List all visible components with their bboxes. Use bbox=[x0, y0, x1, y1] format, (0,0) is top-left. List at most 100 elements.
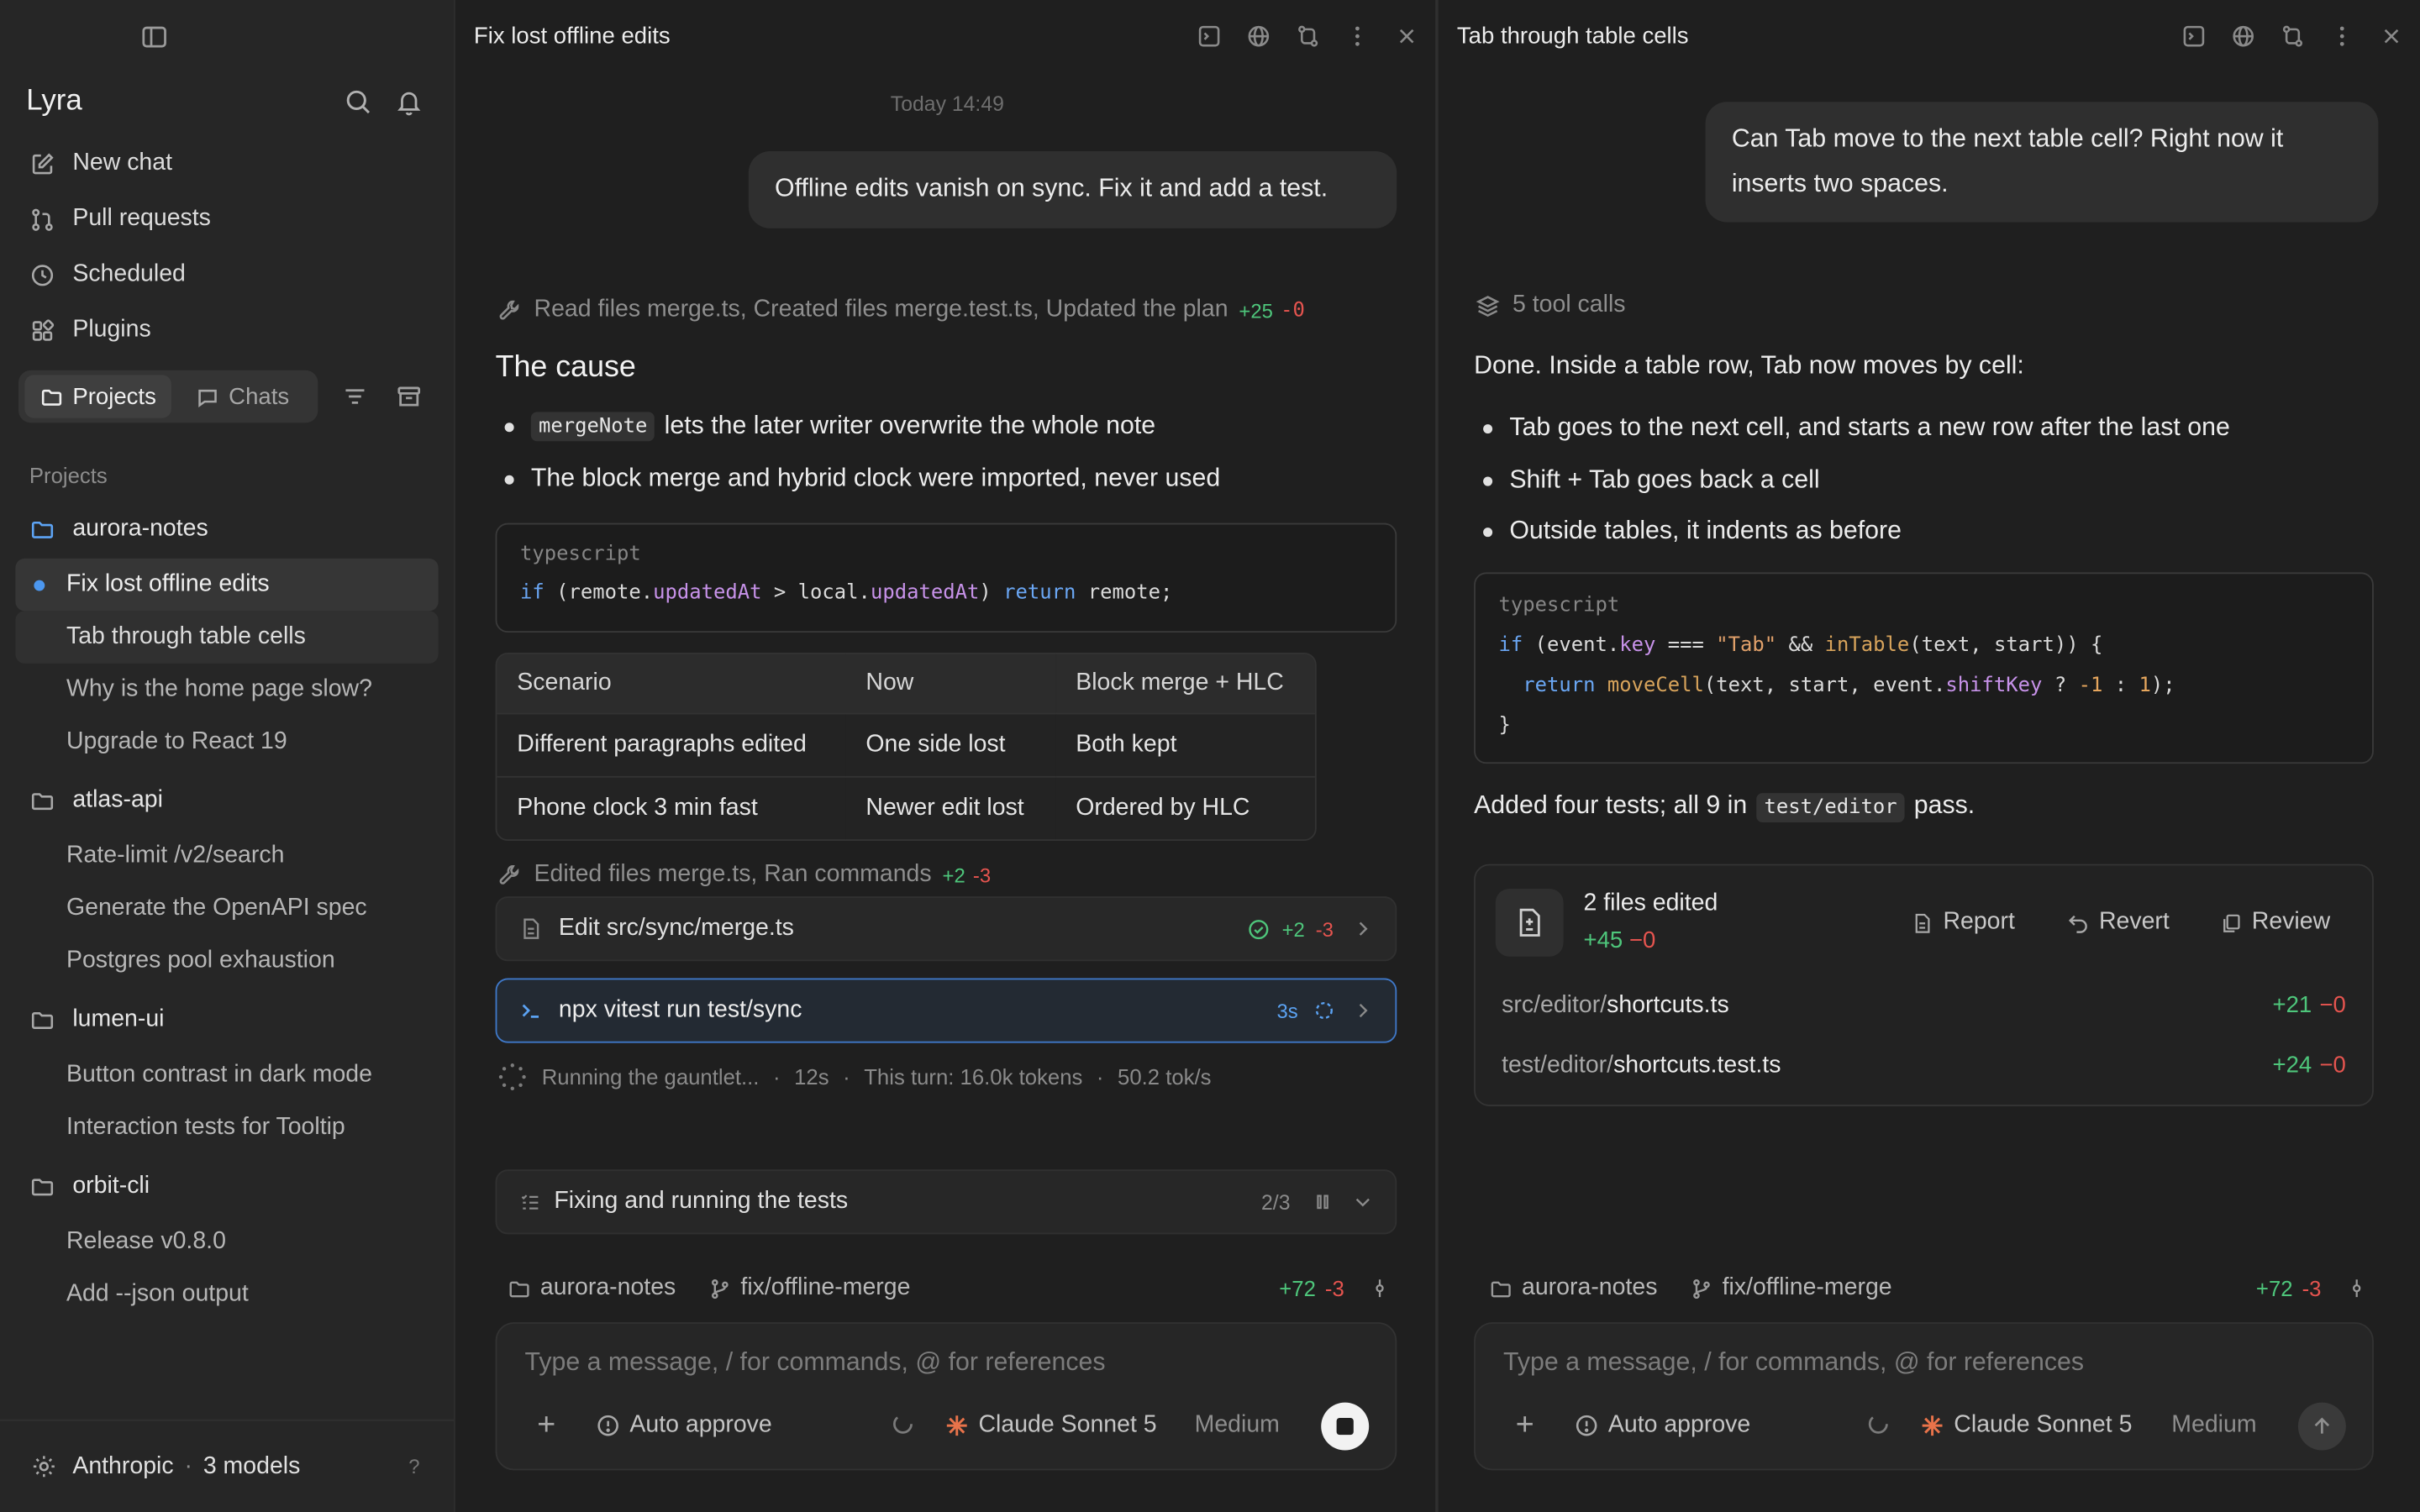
result-text: Added four tests; all 9 in bbox=[1474, 791, 1748, 820]
model-count: 3 models bbox=[203, 1452, 301, 1479]
model-selector[interactable]: Claude Sonnet 5 bbox=[944, 1412, 1157, 1440]
table-header: Now bbox=[845, 654, 1056, 714]
close-icon[interactable] bbox=[1394, 24, 1420, 50]
diff-icon[interactable] bbox=[2280, 24, 2306, 50]
progress-ring-icon bbox=[893, 1414, 913, 1434]
info-circle-icon bbox=[1576, 1415, 1597, 1436]
context-project[interactable]: aurora-notes bbox=[540, 1274, 676, 1302]
globe-icon[interactable] bbox=[2230, 24, 2256, 50]
file-row[interactable]: src/editor/shortcuts.ts +21 −0 bbox=[1502, 992, 2346, 1020]
context-usage-indicator[interactable] bbox=[1866, 1412, 1900, 1436]
tab-label: Projects bbox=[72, 383, 156, 410]
revert-button[interactable]: Revert bbox=[2066, 909, 2170, 937]
more-icon[interactable] bbox=[2329, 24, 2355, 50]
sidebar-toggle-icon[interactable] bbox=[139, 22, 170, 53]
thread-item[interactable]: Interaction tests for Tooltip bbox=[15, 1101, 438, 1153]
thread-item[interactable]: Rate-limit /v2/search bbox=[15, 830, 438, 882]
terminal-icon[interactable] bbox=[2181, 24, 2207, 50]
pane-title: Tab through table cells bbox=[1456, 23, 1689, 50]
tab-projects[interactable]: Projects bbox=[24, 375, 172, 418]
effort-selector[interactable]: Medium bbox=[2171, 1412, 2256, 1440]
command-run-row[interactable]: npx vitest run test/sync 3s bbox=[495, 978, 1397, 1043]
table-cell: Phone clock 3 min fast bbox=[497, 775, 846, 840]
commit-icon[interactable] bbox=[2346, 1278, 2368, 1299]
message-input[interactable]: Type a message, / for commands, @ for re… bbox=[524, 1348, 1105, 1378]
stop-button[interactable] bbox=[1321, 1402, 1370, 1451]
tool-calls-summary[interactable]: 5 tool calls bbox=[1476, 291, 1626, 319]
commit-icon[interactable] bbox=[1369, 1278, 1391, 1299]
project-atlas-api[interactable]: atlas-api bbox=[15, 774, 438, 827]
thread-item[interactable]: Upgrade to React 19 bbox=[15, 716, 438, 768]
help-icon[interactable]: ? bbox=[408, 1455, 419, 1478]
auto-approve-toggle[interactable]: Auto approve bbox=[596, 1412, 772, 1440]
thread-item[interactable]: Generate the OpenAPI spec bbox=[15, 883, 438, 935]
globe-icon[interactable] bbox=[1245, 24, 1271, 50]
lines-removed: −0 bbox=[1628, 927, 1656, 954]
context-project[interactable]: aurora-notes bbox=[1522, 1274, 1657, 1302]
context-usage-indicator[interactable] bbox=[891, 1412, 924, 1436]
message-input[interactable]: Type a message, / for commands, @ for re… bbox=[1503, 1348, 2084, 1378]
thread-item[interactable]: Why is the home page slow? bbox=[15, 664, 438, 716]
search-icon[interactable] bbox=[345, 88, 372, 116]
context-branch[interactable]: fix/offline-merge bbox=[1723, 1274, 2256, 1302]
file-row[interactable]: test/editor/shortcuts.test.ts +24 −0 bbox=[1502, 1053, 2346, 1080]
result-text: pass. bbox=[1913, 791, 1975, 820]
tool-calls-text: 5 tool calls bbox=[1512, 291, 1626, 318]
thread-item[interactable]: Add --json output bbox=[15, 1268, 438, 1320]
code-line: } bbox=[1498, 714, 1511, 738]
terminal-icon[interactable] bbox=[1196, 24, 1222, 50]
effort-selector[interactable]: Medium bbox=[1195, 1412, 1280, 1440]
file-name: shortcuts.ts bbox=[1607, 992, 1729, 1019]
separator-dot: · bbox=[773, 1064, 781, 1089]
separator-dot: · bbox=[184, 1452, 192, 1479]
thread-item[interactable]: Tab through table cells bbox=[15, 611, 439, 664]
tool-summary[interactable]: Edited files merge.ts, Ran commands +2 -… bbox=[497, 861, 991, 889]
edit-file-row[interactable]: Edit src/sync/merge.ts +2 -3 bbox=[495, 896, 1397, 962]
table-cell: Ordered by HLC bbox=[1055, 775, 1315, 840]
button-label: Review bbox=[2251, 908, 2331, 936]
pane-toolbar bbox=[1173, 24, 1420, 50]
thread-item[interactable]: Fix lost offline edits bbox=[15, 558, 439, 612]
thread-item[interactable]: Button contrast in dark mode bbox=[15, 1049, 438, 1101]
project-lumen-ui[interactable]: lumen-ui bbox=[15, 994, 438, 1046]
nav-pull-requests[interactable]: Pull requests bbox=[15, 192, 438, 247]
branch-icon bbox=[711, 1278, 729, 1299]
chat-pane-1: Fix lost offline edits Today 14:49 Offli… bbox=[455, 0, 1439, 1512]
tool-summary[interactable]: Read files merge.ts, Created files merge… bbox=[497, 297, 1305, 324]
table-header: Scenario bbox=[497, 654, 846, 714]
thread-title: Add --json output bbox=[66, 1280, 249, 1307]
nav-new-chat[interactable]: New chat bbox=[15, 136, 438, 192]
nav-scheduled[interactable]: Scheduled bbox=[15, 247, 438, 302]
archive-icon[interactable] bbox=[395, 383, 423, 411]
add-attachment-button[interactable] bbox=[1512, 1412, 1546, 1436]
lines-added: +24 bbox=[2272, 1052, 2312, 1079]
diff-icon[interactable] bbox=[1295, 24, 1321, 50]
chevron-down-icon[interactable] bbox=[1352, 1191, 1374, 1213]
add-attachment-button[interactable] bbox=[534, 1412, 568, 1436]
auto-approve-toggle[interactable]: Auto approve bbox=[1574, 1412, 1750, 1440]
thread-item[interactable]: Release v0.8.0 bbox=[15, 1215, 438, 1268]
provider-footer[interactable]: Anthropic · 3 models ? bbox=[0, 1419, 454, 1512]
user-message: Offline edits vanish on sync. Fix it and… bbox=[748, 151, 1397, 228]
context-branch[interactable]: fix/offline-merge bbox=[740, 1274, 1279, 1302]
project-aurora-notes[interactable]: aurora-notes bbox=[15, 503, 438, 555]
nav-plugins[interactable]: Plugins bbox=[15, 302, 438, 358]
pause-icon[interactable] bbox=[1312, 1191, 1334, 1213]
filter-icon[interactable] bbox=[341, 383, 369, 411]
user-message: Can Tab move to the next table cell? Rig… bbox=[1705, 102, 2379, 223]
close-icon[interactable] bbox=[2378, 24, 2404, 50]
model-selector[interactable]: Claude Sonnet 5 bbox=[1920, 1412, 2132, 1440]
project-name: aurora-notes bbox=[72, 515, 208, 542]
project-orbit-cli[interactable]: orbit-cli bbox=[15, 1160, 438, 1212]
thread-item[interactable]: Postgres pool exhaustion bbox=[15, 935, 438, 987]
spark-icon bbox=[1922, 1415, 1943, 1436]
review-button[interactable]: Review bbox=[2219, 909, 2330, 937]
report-button[interactable]: Report bbox=[1911, 909, 2015, 937]
bell-icon[interactable] bbox=[395, 88, 423, 116]
send-button[interactable] bbox=[2297, 1402, 2346, 1451]
tab-chats[interactable]: Chats bbox=[181, 375, 304, 417]
table-cell: One side lost bbox=[845, 712, 1056, 777]
plan-progress-row[interactable]: Fixing and running the tests 2/3 bbox=[495, 1169, 1397, 1235]
elapsed-time: 3s bbox=[1276, 999, 1298, 1022]
more-icon[interactable] bbox=[1344, 24, 1370, 50]
